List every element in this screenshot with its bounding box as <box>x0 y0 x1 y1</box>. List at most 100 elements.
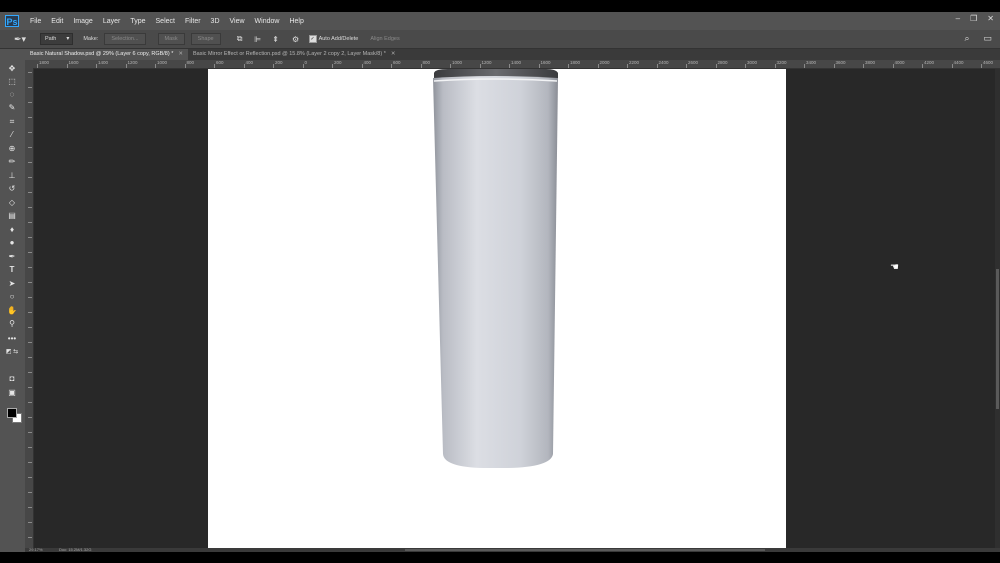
path-operations-icon[interactable]: ⧉ <box>235 34 245 44</box>
screen-mode-icon[interactable]: ▣ <box>4 387 20 399</box>
menu-image[interactable]: Image <box>68 18 97 25</box>
quick-selection-tool-icon[interactable]: ✎ <box>4 102 20 114</box>
horizontal-scroll-thumb[interactable] <box>405 549 765 551</box>
dodge-tool-icon[interactable]: ● <box>4 237 20 249</box>
workspace-icon[interactable]: ▭ <box>983 33 992 44</box>
path-arrangement-icon[interactable]: ⇞ <box>271 34 281 44</box>
hand-tool-icon[interactable]: ✋ <box>4 305 20 317</box>
ruler-tick-label: 1400 <box>511 60 522 65</box>
ruler-tick <box>28 267 32 268</box>
ruler-tick <box>715 64 717 68</box>
ruler-tick <box>28 132 32 133</box>
minimize-icon[interactable]: – <box>956 14 960 23</box>
tab-basic-natural-shadow[interactable]: Basic Natural Shadow.psd @ 29% (Layer 6 … <box>25 49 188 60</box>
gear-icon[interactable]: ⚙ <box>291 34 301 44</box>
zoom-tool-icon[interactable]: ⚲ <box>4 318 20 330</box>
menu-edit[interactable]: Edit <box>46 18 68 25</box>
horizontal-ruler[interactable]: 1800 1600 1400 1200 1000 800 600 400 200 0 200 400 6… <box>33 60 1000 69</box>
menu-type[interactable]: Type <box>125 18 150 25</box>
ruler-tick-label: 3200 <box>776 60 787 65</box>
menu-filter[interactable]: Filter <box>180 18 206 25</box>
ruler-tick-label: 1000 <box>452 60 463 65</box>
menu-layer[interactable]: Layer <box>98 18 126 25</box>
ruler-tick <box>28 297 32 298</box>
ruler-tick <box>37 64 38 68</box>
crop-tool-icon[interactable]: ⌗ <box>4 116 20 128</box>
ruler-tick <box>155 64 156 68</box>
tools-panel: ✥ ⬚ ◌ ✎ ⌗ ⁄ ⊕ ✏ ⊥ ↺ ◇ ▤ ♦ ● ✒ T ➤ ○ ✋ ⚲ … <box>0 49 26 552</box>
ruler-tick <box>28 447 32 448</box>
ruler-tick-label: 1400 <box>98 60 109 65</box>
default-colors-icon[interactable]: ◩ ⇆ <box>4 346 20 358</box>
pen-icon[interactable]: ✒▾ <box>8 33 32 45</box>
vertical-ruler[interactable] <box>25 68 34 552</box>
ruler-tick-label: 2400 <box>658 60 669 65</box>
scroll-thumb[interactable] <box>996 269 999 409</box>
ruler-tick <box>28 117 32 118</box>
search-icon[interactable]: ⌕ <box>964 33 969 44</box>
canvas-workspace[interactable] <box>34 69 994 548</box>
ruler-tick <box>597 64 599 68</box>
ruler-tick-label: 3600 <box>835 60 846 65</box>
ruler-tick <box>509 64 510 68</box>
path-alignment-icon[interactable]: ⊫ <box>253 34 263 44</box>
move-tool-icon[interactable]: ✥ <box>4 63 20 75</box>
menu-help[interactable]: Help <box>284 18 308 25</box>
vertical-scrollbar[interactable] <box>995 69 1000 548</box>
eyedropper-tool-icon[interactable]: ⁄ <box>4 129 20 141</box>
lasso-tool-icon[interactable]: ◌ <box>4 89 20 101</box>
ruler-tick <box>833 64 835 68</box>
auto-add-delete-checkbox[interactable]: ✓ Auto Add/Delete <box>308 35 358 43</box>
tab-label: Basic Natural Shadow.psd @ 29% (Layer 6 … <box>30 51 174 57</box>
ruler-tick <box>28 162 32 163</box>
clone-stamp-tool-icon[interactable]: ⊥ <box>4 170 20 182</box>
menu-select[interactable]: Select <box>151 18 180 25</box>
tab-basic-mirror-effect[interactable]: Basic Mirror Effect or Reflection.psd @ … <box>188 49 400 60</box>
align-edges-label[interactable]: Align Edges <box>370 36 399 42</box>
document-tabs: Basic Natural Shadow.psd @ 29% (Layer 6 … <box>25 49 1000 60</box>
ellipse-tool-icon[interactable]: ○ <box>4 291 20 303</box>
restore-icon[interactable]: ❐ <box>970 14 977 23</box>
ruler-tick <box>538 64 540 68</box>
ruler-tick <box>28 387 32 388</box>
pen-mode-select[interactable]: Path <box>40 33 74 45</box>
selection-button[interactable]: Selection... <box>104 33 146 45</box>
quick-mask-icon[interactable]: ◘ <box>4 373 20 385</box>
type-tool-icon[interactable]: T <box>4 264 20 276</box>
ruler-tick-label: 200 <box>275 60 283 65</box>
brush-tool-icon[interactable]: ✏ <box>4 156 20 168</box>
shape-button[interactable]: Shape <box>190 33 221 45</box>
foreground-color-swatch[interactable] <box>7 408 17 418</box>
ruler-tick-label: 4000 <box>894 60 905 65</box>
ruler-tick <box>686 64 687 68</box>
eraser-tool-icon[interactable]: ◇ <box>4 197 20 209</box>
marquee-tool-icon[interactable]: ⬚ <box>4 76 20 88</box>
ruler-tick <box>243 64 245 68</box>
ruler-tick-label: 3400 <box>806 60 817 65</box>
close-icon[interactable]: ✕ <box>987 14 994 23</box>
close-icon[interactable]: ✕ <box>391 49 396 60</box>
menu-file[interactable]: File <box>25 18 46 25</box>
healing-brush-tool-icon[interactable]: ⊕ <box>4 143 20 155</box>
blur-tool-icon[interactable]: ♦ <box>4 224 20 236</box>
ruler-tick-label: 3800 <box>865 60 876 65</box>
more-tools-icon[interactable]: ••• <box>4 333 20 345</box>
close-icon[interactable]: ✕ <box>178 49 183 60</box>
menu-view[interactable]: View <box>225 18 250 25</box>
ruler-tick <box>28 222 32 223</box>
menu-window[interactable]: Window <box>250 18 285 25</box>
letterbox-top <box>0 0 1000 12</box>
pen-tool-icon[interactable]: ✒ <box>4 251 20 263</box>
photoshop-window: Ps File Edit Image Layer Type Select Fil… <box>0 12 1000 552</box>
ruler-tick-label: 1200 <box>127 60 138 65</box>
ruler-tick-label: 400 <box>245 60 254 65</box>
ruler-tick-label: 1600 <box>540 60 551 65</box>
path-selection-tool-icon[interactable]: ➤ <box>4 278 20 290</box>
letterbox-bottom <box>0 552 1000 563</box>
ruler-tick-label: 2800 <box>717 60 728 65</box>
history-brush-tool-icon[interactable]: ↺ <box>4 183 20 195</box>
mask-button[interactable]: Mask <box>157 33 185 45</box>
menu-3d[interactable]: 3D <box>206 18 225 25</box>
gradient-tool-icon[interactable]: ▤ <box>4 210 20 222</box>
document-canvas[interactable] <box>208 69 786 548</box>
